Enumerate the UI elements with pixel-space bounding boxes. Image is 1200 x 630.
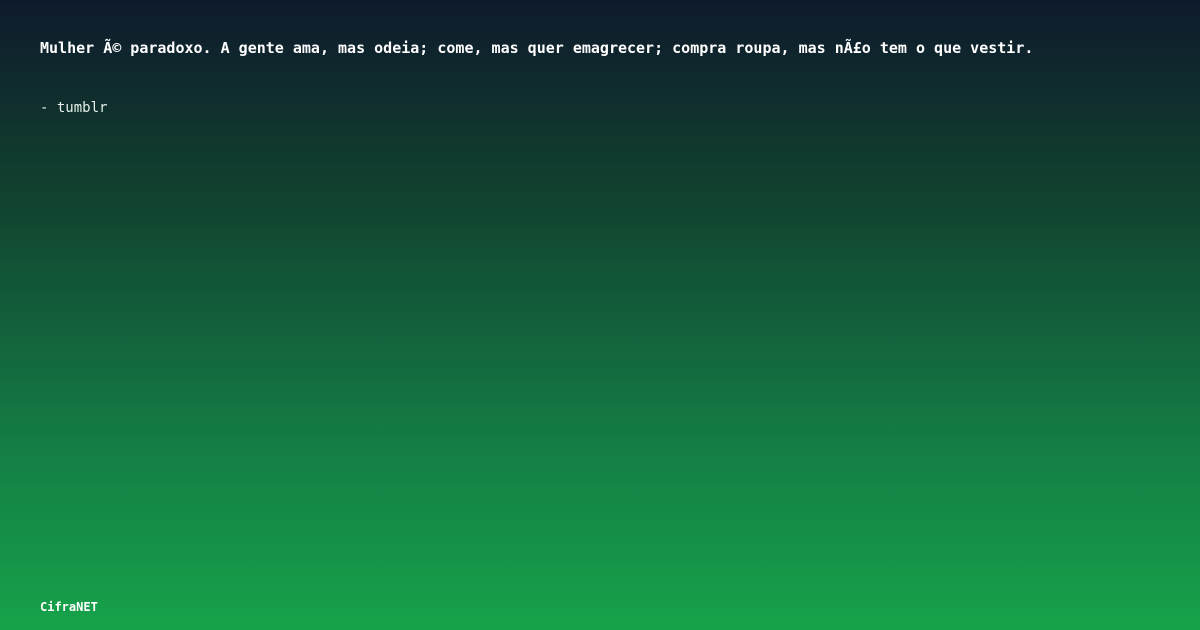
quote-text: Mulher Ã© paradoxo. A gente ama, mas ode… [40, 39, 1034, 57]
quote-author: - tumblr [40, 100, 108, 116]
brand-logo-text: CifraNET [40, 600, 98, 614]
